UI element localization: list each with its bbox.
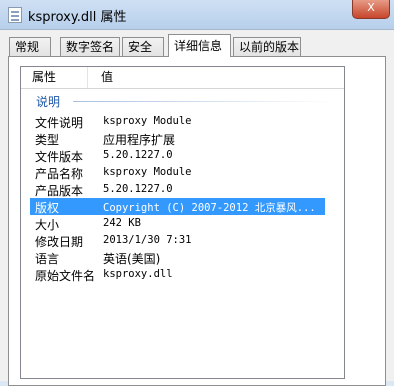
column-header-value[interactable]: 值 [88,67,344,88]
list-item[interactable]: 修改日期 2013/1/30 7:31 [21,232,344,249]
property-name: 修改日期 [35,235,84,249]
property-name: 文件版本 [35,150,84,164]
file-icon [8,7,22,23]
column-header-property[interactable]: 属性 [21,67,88,88]
tab-digital-signatures[interactable]: 数字签名 [60,37,120,56]
property-name: 版权 [35,201,60,215]
list-item[interactable]: 语言 英语(美国) [21,249,344,266]
details-list[interactable]: 属性 值 说明 文件说明 ksproxy Module 类型 应用程序扩展 文件… [20,66,345,379]
property-value: 242 KB [103,217,141,229]
group-label: 说明 [36,95,61,109]
group-divider [73,101,336,102]
list-item[interactable]: 产品版本 5.20.1227.0 [21,181,344,198]
property-name: 语言 [35,252,60,266]
property-value: 英语(美国) [103,252,161,266]
list-item[interactable]: 产品名称 ksproxy Module [21,164,344,181]
tab-previous-versions[interactable]: 以前的版本 [233,37,301,56]
list-item[interactable]: 类型 应用程序扩展 [21,130,344,147]
close-button[interactable]: X [352,0,390,19]
list-header: 属性 值 [21,67,344,89]
group-header-description: 说明 [21,92,344,110]
window-title: ksproxy.dll 属性 [28,10,127,25]
list-item-selected[interactable]: 版权 Copyright (C) 2007-2012 北京暴风... [21,198,344,215]
property-value: ksproxy Module [103,115,192,127]
property-value: 5.20.1227.0 [103,183,173,195]
title-bar: ksproxy.dll 属性 X [0,0,394,29]
property-value: 应用程序扩展 [103,133,176,147]
tab-general[interactable]: 常规 [9,37,51,56]
tab-security[interactable]: 安全 [122,37,164,56]
property-value: ksproxy Module [103,166,192,178]
list-item[interactable]: 原始文件名 ksproxy.dll [21,266,344,283]
property-name: 产品版本 [35,184,84,198]
rows: 文件说明 ksproxy Module 类型 应用程序扩展 文件版本 5.20.… [21,113,344,283]
property-name: 大小 [35,218,60,232]
property-value: Copyright (C) 2007-2012 北京暴风... [103,202,316,214]
property-value: ksproxy.dll [103,268,173,280]
property-name: 产品名称 [35,167,84,181]
property-name: 原始文件名 [35,269,96,283]
dialog-body: 常规 数字签名 安全 详细信息 以前的版本 属性 值 说明 文件说明 kspro… [0,29,394,386]
list-item[interactable]: 文件版本 5.20.1227.0 [21,147,344,164]
list-item[interactable]: 文件说明 ksproxy Module [21,113,344,130]
property-name: 文件说明 [35,116,84,130]
property-value: 2013/1/30 7:31 [103,234,192,246]
list-item[interactable]: 大小 242 KB [21,215,344,232]
property-value: 5.20.1227.0 [103,149,173,161]
property-name: 类型 [35,133,60,147]
tab-details[interactable]: 详细信息 [168,34,231,57]
